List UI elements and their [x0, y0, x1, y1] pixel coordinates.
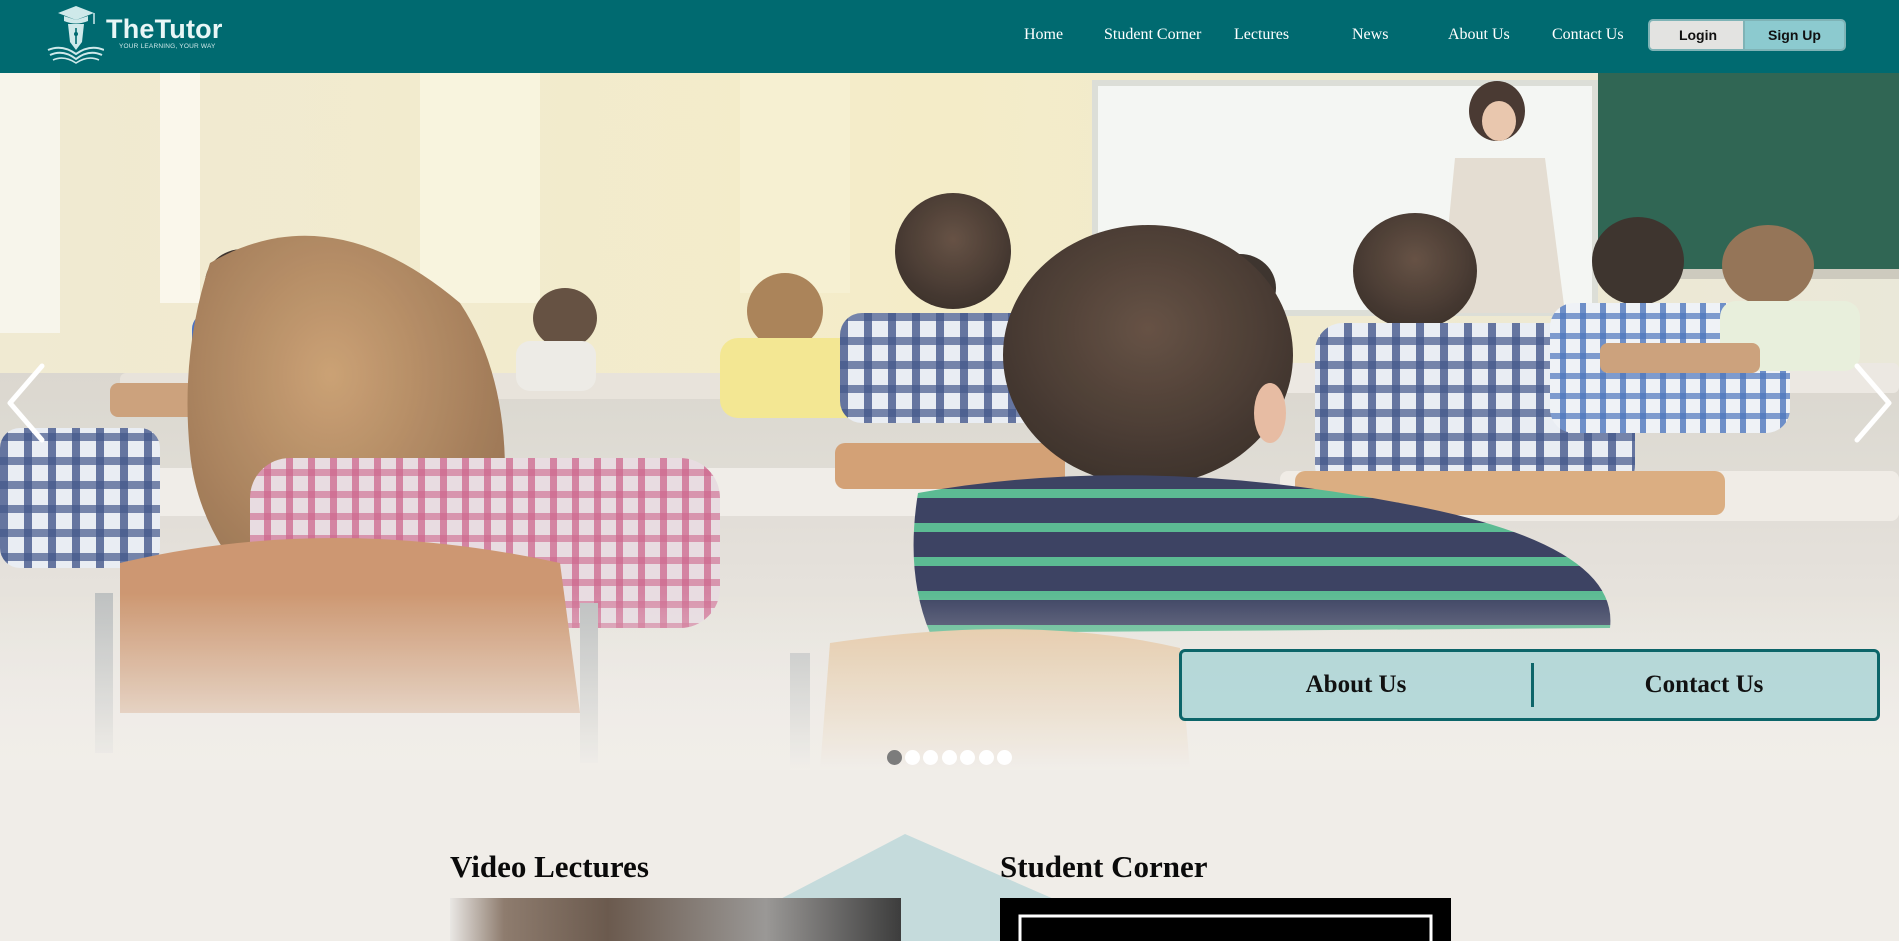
nav-link-news[interactable]: News — [1352, 26, 1388, 44]
nav-link-student-corner[interactable]: Student Corner — [1104, 26, 1201, 44]
nav-link-home[interactable]: Home — [1024, 26, 1063, 44]
hero-carousel: About Us Contact Us — [0, 73, 1899, 770]
graduation-cap-pen-icon — [47, 6, 104, 64]
chevron-left-icon[interactable] — [0, 358, 50, 468]
student-corner-thumbnail[interactable] — [1000, 898, 1451, 941]
login-button[interactable]: Login — [1648, 19, 1748, 51]
video-lectures-thumbnail[interactable] — [450, 898, 901, 941]
carousel-dot[interactable] — [905, 750, 920, 765]
nav-link-contact-us[interactable]: Contact Us — [1552, 26, 1624, 44]
brand-tagline: YOUR LEARNING, YOUR WAY — [119, 43, 216, 50]
carousel-dot[interactable] — [997, 750, 1012, 765]
hero-contact-us-button[interactable]: Contact Us — [1530, 652, 1878, 718]
nav-link-lectures[interactable]: Lectures — [1234, 26, 1289, 44]
video-lectures-heading: Video Lectures — [450, 849, 649, 884]
site-logo[interactable]: TheTutor YOUR LEARNING, YOUR WAY — [46, 4, 246, 64]
carousel-dot[interactable] — [887, 750, 902, 765]
top-navbar: TheTutor YOUR LEARNING, YOUR WAY Home St… — [0, 0, 1899, 73]
carousel-dot[interactable] — [923, 750, 938, 765]
brand-name: TheTutor — [106, 14, 223, 44]
carousel-indicators — [887, 750, 1017, 766]
hero-quick-links: About Us Contact Us — [1179, 649, 1880, 721]
carousel-dot[interactable] — [960, 750, 975, 765]
student-corner-heading: Student Corner — [1000, 849, 1208, 884]
hero-about-us-button[interactable]: About Us — [1182, 652, 1530, 718]
nav-link-about-us[interactable]: About Us — [1448, 26, 1510, 44]
carousel-dot[interactable] — [979, 750, 994, 765]
carousel-dot[interactable] — [942, 750, 957, 765]
chevron-right-icon[interactable] — [1849, 358, 1899, 468]
signup-button[interactable]: Sign Up — [1743, 19, 1846, 51]
